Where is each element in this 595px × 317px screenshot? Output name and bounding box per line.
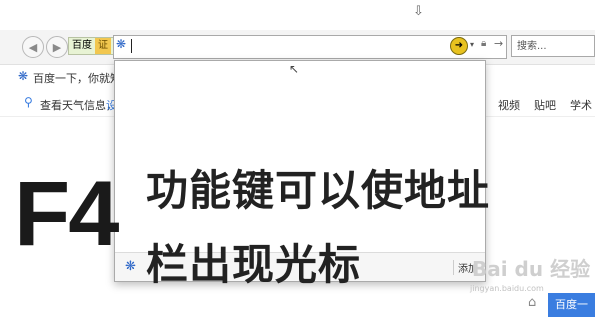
address-dropdown-icon[interactable]: ▾ — [470, 40, 474, 49]
watermark-logo: Bai du 经验 — [472, 257, 591, 281]
address-bar[interactable] — [113, 35, 507, 59]
caption-line-2: 栏出现光标 — [146, 240, 362, 289]
paw-icon: ❋ — [125, 259, 136, 274]
baidu-search-button[interactable]: 百度一 — [548, 293, 595, 317]
nav-link-video[interactable]: 视频 — [498, 97, 520, 113]
back-button[interactable]: ◀ — [22, 36, 44, 58]
mouse-pointer-icon: ↖ — [289, 62, 300, 76]
caption-line-1: 功能键可以使地址 — [146, 166, 491, 215]
nav-link-tieba[interactable]: 贴吧 — [534, 97, 556, 113]
compat-mode-badge: 证 — [95, 38, 111, 54]
paw-icon: ❋ — [116, 37, 127, 51]
home-icon[interactable]: ⌂ — [528, 295, 536, 310]
f4-key-label: F4 — [14, 163, 119, 265]
search-box[interactable]: 搜索... — [511, 35, 595, 57]
refresh-icon[interactable]: → — [494, 37, 503, 50]
text-cursor — [131, 39, 132, 53]
pointer-cursor-icon: ⇩ — [413, 4, 424, 19]
go-icon[interactable]: ➜ — [450, 37, 468, 55]
nav-link-xueshu[interactable]: 学术 — [570, 97, 592, 113]
compat-label: 百度 — [72, 40, 92, 51]
paw-icon: ❋ — [18, 69, 29, 83]
watermark-url: jingyan.baidu.com — [470, 284, 544, 293]
arrow-left-icon: ◀ — [28, 40, 38, 54]
location-pin-icon: ⚲ — [24, 95, 33, 109]
forward-button[interactable]: ▶ — [46, 36, 68, 58]
arrow-right-icon: ▶ — [52, 40, 62, 54]
lock-icon: 🔒︎ — [481, 38, 487, 49]
search-placeholder: 搜索... — [517, 41, 547, 52]
